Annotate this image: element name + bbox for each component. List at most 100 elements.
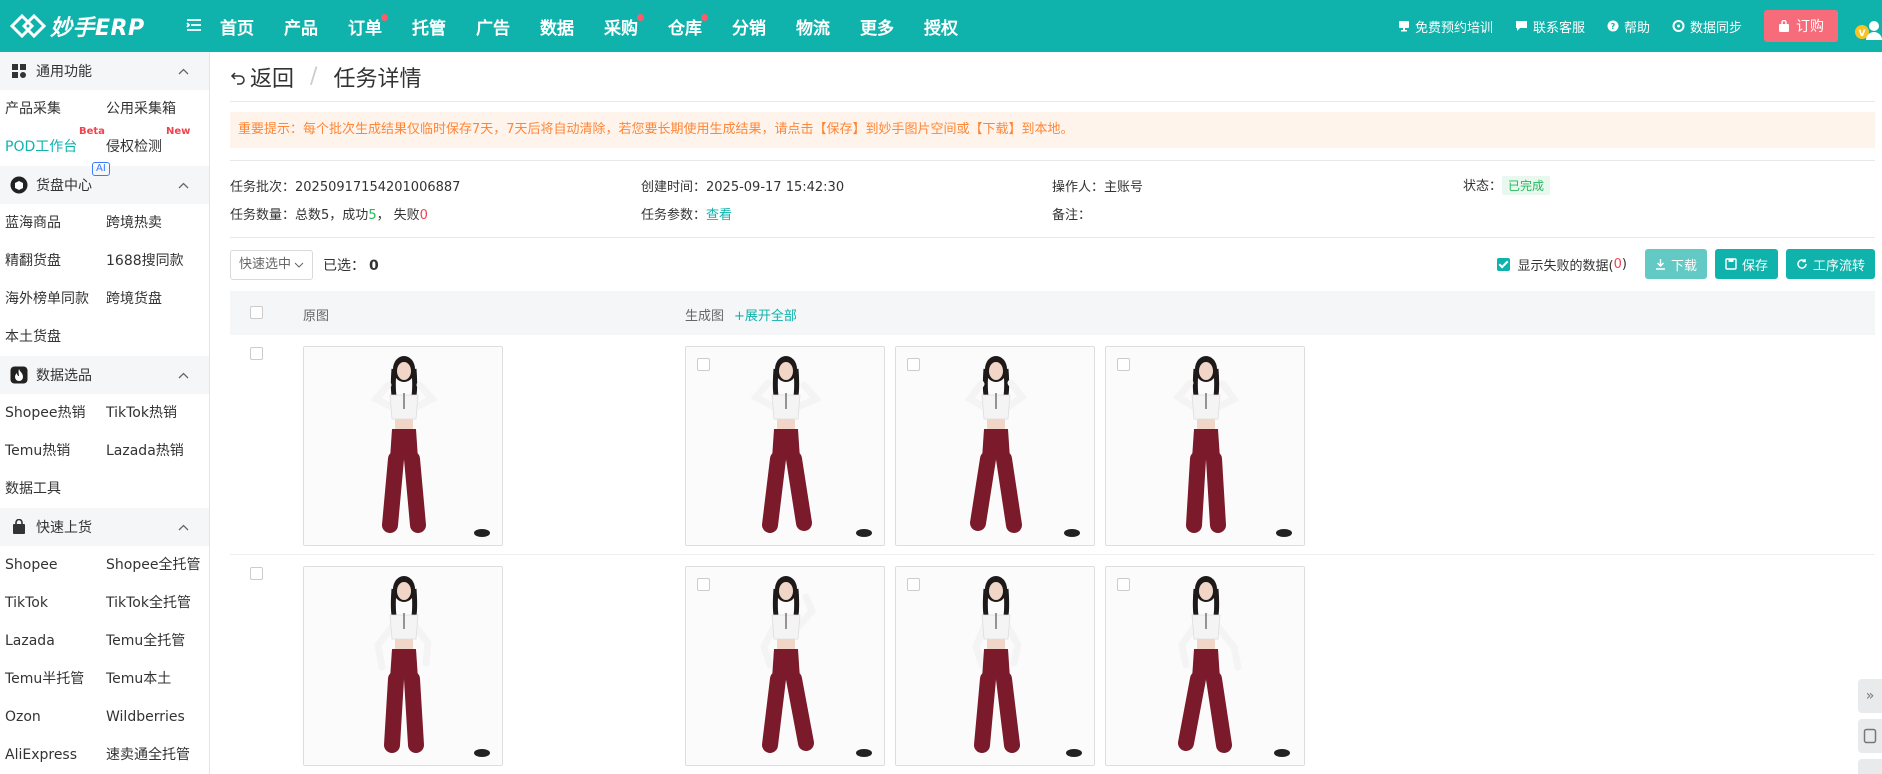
help-label: 帮助	[1623, 20, 1650, 36]
chevron-up-icon	[178, 368, 189, 382]
download-button[interactable]: 下载	[1644, 249, 1707, 279]
image-checkbox[interactable]	[1117, 358, 1130, 371]
view-params-link[interactable]: 查看	[706, 208, 732, 223]
nav-item[interactable]: 产品	[284, 14, 318, 39]
logo[interactable]: 妙手ERP	[0, 10, 176, 42]
user-avatar[interactable]: V	[1852, 11, 1882, 41]
sidebar-item[interactable]: AliExpress	[5, 736, 106, 774]
back-button[interactable]: 返回	[230, 61, 294, 93]
nav-item[interactable]: 更多	[860, 14, 894, 39]
original-image[interactable]	[303, 566, 503, 766]
sidebar-item[interactable]: Wildberries	[106, 698, 207, 736]
save-button[interactable]: 保存	[1714, 249, 1778, 279]
back-arrow-icon	[230, 71, 245, 85]
chat-icon	[1515, 21, 1527, 31]
image-checkbox[interactable]	[697, 358, 710, 371]
more-float-icon[interactable]	[1858, 759, 1882, 774]
sidebar-item[interactable]: 公用采集箱	[106, 90, 207, 128]
sidebar-item[interactable]: 速卖通全托管	[106, 736, 207, 774]
sidebar-item[interactable]: Shopee热销	[5, 394, 106, 432]
sidebar-item[interactable]: Temu本土	[106, 660, 207, 698]
sidebar-item[interactable]: Ozon	[5, 698, 106, 736]
workflow-button[interactable]: 工序流转	[1785, 249, 1875, 279]
sidebar-item[interactable]: Temu热销	[5, 432, 106, 470]
generated-image[interactable]	[895, 346, 1095, 546]
nav-item[interactable]: 首页	[220, 14, 254, 39]
main-content: 返回 / 任务详情 重要提示：每个批次生成结果仅临时保存7天，7天后将自动清除，…	[230, 52, 1875, 774]
original-image[interactable]	[303, 346, 503, 546]
sidebar-item[interactable]: Lazada热销	[106, 432, 207, 470]
svg-text:?: ?	[1611, 22, 1616, 31]
col-generated: 生成图 +展开全部	[685, 309, 797, 324]
sidebar-item[interactable]: Shopee	[5, 546, 106, 584]
sidebar-item[interactable]: Lazada	[5, 622, 106, 660]
sidebar-group-header[interactable]: 通用功能	[0, 52, 209, 90]
sidebar-group-header[interactable]: 数据选品	[0, 356, 209, 394]
toolbar: 快速选中 已选： 0 显示失败的数据(0) 下载 保存 工序流转	[230, 237, 1875, 291]
show-failed-checkbox[interactable]: 显示失败的数据(0)	[1496, 255, 1627, 274]
tablet-icon[interactable]	[1858, 719, 1882, 753]
sidebar-item[interactable]: Temu半托管	[5, 660, 106, 698]
support-link[interactable]: 联系客服	[1515, 17, 1585, 36]
sidebar-item[interactable]: POD工作台 Beta	[5, 126, 106, 166]
page-title: 任务详情	[333, 66, 422, 92]
col-original: 原图	[303, 309, 330, 324]
image-checkbox[interactable]	[697, 578, 710, 591]
sidebar-item[interactable]: 数据工具	[5, 470, 106, 508]
nav-item[interactable]: 授权	[924, 14, 958, 39]
sidebar-item[interactable]: 跨境热卖	[106, 204, 207, 242]
nav-item[interactable]: 物流	[796, 14, 830, 39]
image-checkbox[interactable]	[907, 578, 920, 591]
generated-image[interactable]	[895, 566, 1095, 766]
sidebar-item[interactable]: Temu全托管	[106, 622, 207, 660]
sidebar-item[interactable]: 海外榜单同款	[5, 280, 106, 318]
selected-label: 已选： 0	[323, 257, 379, 274]
image-checkbox[interactable]	[907, 358, 920, 371]
sidebar-item[interactable]: 1688搜同款	[106, 242, 207, 280]
task-info: 任务批次：20250917154201006887 创建时间：2025-09-1…	[230, 160, 1875, 231]
sidebar-item[interactable]: 侵权检测 New	[106, 126, 207, 166]
menu-toggle-icon[interactable]	[186, 16, 208, 37]
sidebar-item[interactable]: TikTok全托管	[106, 584, 207, 622]
row-checkbox[interactable]	[250, 567, 263, 580]
nav-item[interactable]: 托管	[412, 14, 446, 39]
generated-image[interactable]	[1105, 566, 1305, 766]
chevron-up-icon	[178, 520, 189, 534]
nav-item[interactable]: 仓库	[668, 13, 708, 39]
table-row	[230, 555, 1875, 774]
sidebar-item[interactable]: 本土货盘	[5, 318, 106, 356]
expand-all-link[interactable]: +展开全部	[734, 309, 797, 324]
quick-select-dropdown[interactable]: 快速选中	[230, 249, 314, 280]
logo-text: 妙手ERP	[50, 16, 145, 41]
sidebar-item[interactable]: 产品采集	[5, 90, 106, 128]
sidebar-item[interactable]: 跨境货盘	[106, 280, 207, 318]
order-button[interactable]: 订购	[1764, 10, 1838, 42]
image-checkbox[interactable]	[1117, 578, 1130, 591]
sidebar-item[interactable]: TikTok热销	[106, 394, 207, 432]
fail-count: 0	[419, 207, 428, 223]
back-label: 返回	[250, 66, 295, 92]
success-count: 5	[368, 207, 377, 223]
help-link[interactable]: ? 帮助	[1607, 17, 1650, 36]
generated-image[interactable]	[1105, 346, 1305, 546]
save-icon	[1725, 258, 1737, 270]
nav-item[interactable]: 分销	[732, 14, 766, 39]
sidebar-item[interactable]: 精翻货盘	[5, 242, 106, 280]
sidebar-item[interactable]: Shopee全托管	[106, 546, 207, 584]
sidebar-item[interactable]: TikTok	[5, 584, 106, 622]
checkbox-checked-icon	[1496, 257, 1510, 271]
sidebar-item[interactable]: 蓝海商品	[5, 204, 106, 242]
generated-image[interactable]	[685, 346, 885, 546]
expand-panel-icon[interactable]: »	[1858, 679, 1882, 713]
nav-item[interactable]: 订单	[348, 13, 388, 39]
generated-image[interactable]	[685, 566, 885, 766]
sidebar-group-header[interactable]: 快速上货	[0, 508, 209, 546]
nav-item[interactable]: 数据	[540, 14, 574, 39]
select-all-checkbox[interactable]	[250, 306, 263, 319]
nav-item[interactable]: 采购	[604, 13, 644, 39]
row-checkbox[interactable]	[250, 347, 263, 360]
sync-icon	[1672, 20, 1685, 32]
training-link[interactable]: 免费预约培训	[1398, 17, 1493, 36]
nav-item[interactable]: 广告	[476, 14, 510, 39]
sync-link[interactable]: 数据同步	[1672, 17, 1742, 36]
